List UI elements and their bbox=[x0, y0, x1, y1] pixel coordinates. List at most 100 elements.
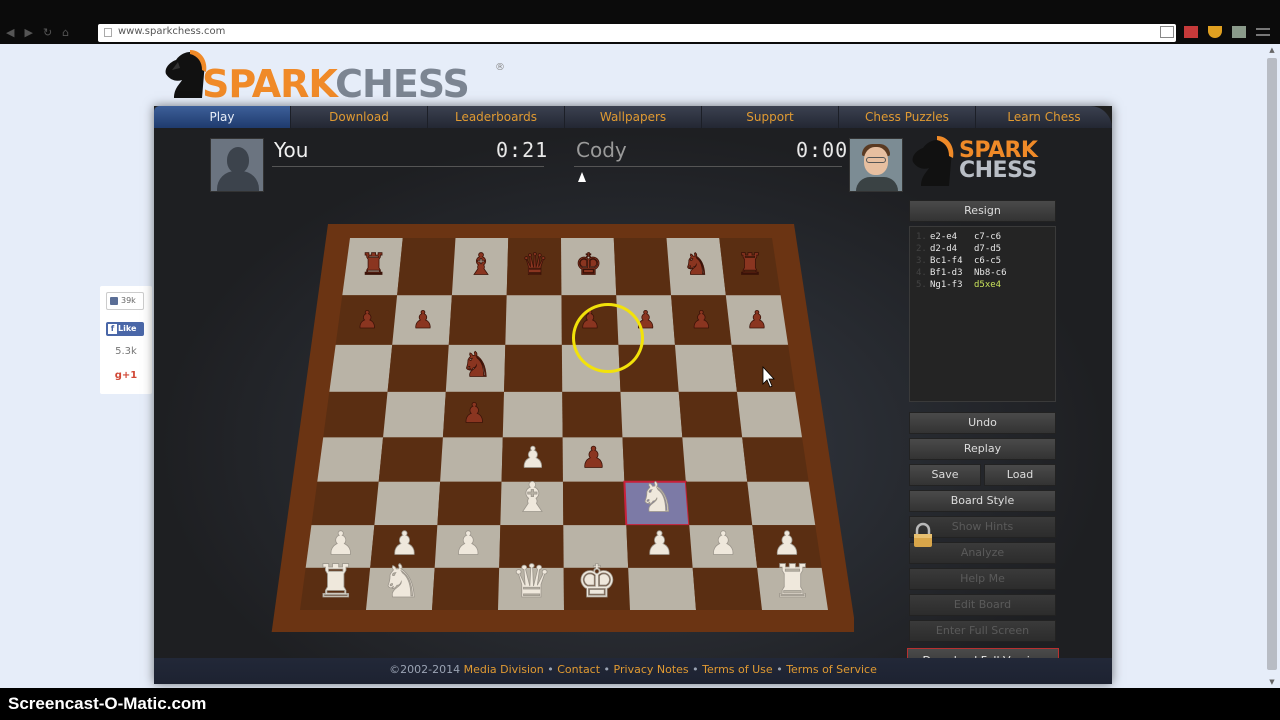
forward-icon[interactable]: ▶ bbox=[24, 26, 32, 39]
resign-button[interactable]: Resign bbox=[909, 200, 1056, 222]
square-f1[interactable] bbox=[628, 567, 696, 610]
piece-white-rook-h1[interactable]: ♜ bbox=[772, 555, 814, 609]
piece-black-pawn-g7[interactable]: ♟ bbox=[690, 306, 712, 335]
piece-white-rook-a1[interactable]: ♜ bbox=[315, 555, 357, 609]
shield-extension-icon[interactable] bbox=[1208, 26, 1222, 38]
piece-black-pawn-a7[interactable]: ♟ bbox=[356, 306, 378, 335]
square-b6[interactable] bbox=[387, 344, 449, 392]
piece-black-queen-d8[interactable]: ♛ bbox=[521, 247, 549, 283]
square-b4[interactable] bbox=[378, 437, 443, 482]
square-c4[interactable] bbox=[440, 437, 503, 482]
square-f6[interactable] bbox=[618, 344, 679, 392]
square-c7[interactable] bbox=[448, 295, 507, 345]
square-g6[interactable] bbox=[674, 344, 737, 392]
piece-white-knight-b1[interactable]: ♞ bbox=[380, 555, 422, 609]
square-d6[interactable] bbox=[504, 344, 563, 392]
piece-black-pawn-e7[interactable]: ♟ bbox=[579, 306, 601, 335]
piece-black-pawn-b7[interactable]: ♟ bbox=[412, 306, 434, 335]
nav-wallpapers[interactable]: Wallpapers bbox=[565, 106, 702, 128]
footer-link-terms-of-service[interactable]: Terms of Service bbox=[786, 663, 877, 676]
back-icon[interactable]: ◀ bbox=[6, 26, 14, 39]
nav-support[interactable]: Support bbox=[702, 106, 839, 128]
board-style-button[interactable]: Board Style bbox=[909, 490, 1056, 512]
square-b5[interactable] bbox=[383, 391, 446, 438]
footer-link-privacy[interactable]: Privacy Notes bbox=[614, 663, 689, 676]
nav-chess-puzzles[interactable]: Chess Puzzles bbox=[839, 106, 976, 128]
piece-black-bishop-c8[interactable]: ♝ bbox=[467, 247, 495, 283]
full-screen-button[interactable]: Enter Full Screen bbox=[909, 620, 1056, 642]
nav-leaderboards[interactable]: Leaderboards bbox=[428, 106, 565, 128]
chess-board[interactable]: ♜ ♝ ♛ ♚ ♞ ♜♟ ♟ ♟ ♟ ♟ ♟♞♟♟ ♟♝ ♞♟ ♟ ♟ ♟ ♟ ♟♜ ♞ ♛ ♚ ♜ bbox=[254, 202, 854, 632]
square-e5[interactable] bbox=[562, 391, 623, 438]
piece-black-knight-g8[interactable]: ♞ bbox=[682, 247, 710, 283]
square-d5[interactable] bbox=[502, 391, 563, 438]
bookmark-star-icon[interactable] bbox=[1160, 26, 1174, 38]
square-a6[interactable] bbox=[329, 344, 393, 392]
square-h5[interactable] bbox=[736, 391, 803, 438]
piece-white-pawn-g2[interactable]: ♟ bbox=[708, 524, 738, 563]
menu-icon[interactable] bbox=[1256, 28, 1270, 36]
piece-white-pawn-c2[interactable]: ♟ bbox=[453, 524, 483, 563]
square-g1[interactable] bbox=[692, 567, 762, 610]
edit-board-button[interactable]: Edit Board bbox=[909, 594, 1056, 616]
reload-icon[interactable]: ↻ bbox=[43, 26, 52, 39]
gmail-icon[interactable] bbox=[1184, 26, 1198, 38]
square-c1[interactable] bbox=[432, 567, 500, 610]
square-a4[interactable] bbox=[317, 437, 384, 482]
footer-link-media-division[interactable]: Media Division bbox=[464, 663, 544, 676]
copyright: ©2002-2014 bbox=[389, 663, 461, 676]
home-icon[interactable]: ⌂ bbox=[62, 26, 69, 39]
piece-black-pawn-e4[interactable]: ♟ bbox=[580, 440, 607, 475]
piece-black-pawn-h7[interactable]: ♟ bbox=[746, 306, 768, 335]
piece-black-knight-c6[interactable]: ♞ bbox=[461, 345, 493, 386]
square-c3[interactable] bbox=[437, 481, 502, 526]
piece-white-pawn-f2[interactable]: ♟ bbox=[644, 524, 674, 563]
help-me-button[interactable]: Help Me bbox=[909, 568, 1056, 590]
square-e6[interactable] bbox=[561, 344, 621, 392]
facebook-like-button[interactable]: f Like bbox=[106, 322, 144, 336]
square-e3[interactable] bbox=[562, 481, 627, 526]
sparkchess-logo[interactable]: SPARKCHESS ® bbox=[160, 48, 520, 110]
piece-white-pawn-d4[interactable]: ♟ bbox=[519, 440, 546, 475]
piece-white-bishop-d3[interactable]: ♝ bbox=[514, 473, 552, 522]
piece-white-king-e1[interactable]: ♚ bbox=[576, 555, 618, 609]
piece-black-pawn-f7[interactable]: ♟ bbox=[634, 306, 657, 335]
undo-button[interactable]: Undo bbox=[909, 412, 1056, 434]
nav-download[interactable]: Download bbox=[291, 106, 428, 128]
replay-button[interactable]: Replay bbox=[909, 438, 1056, 460]
move-list[interactable]: 1. e2-e4 c7-c6 2. d2-d4 d7-d5 3. Bc1-f4 c6-c5 … bbox=[909, 226, 1056, 402]
piece-black-pawn-c5[interactable]: ♟ bbox=[462, 397, 488, 430]
footer-link-terms-of-use[interactable]: Terms of Use bbox=[702, 663, 773, 676]
logo-chess: CHESS bbox=[335, 62, 470, 106]
square-b8[interactable] bbox=[397, 238, 456, 296]
save-button[interactable]: Save bbox=[909, 464, 981, 486]
square-f8[interactable] bbox=[613, 238, 672, 296]
square-d7[interactable] bbox=[505, 295, 562, 345]
nav-play[interactable]: Play bbox=[154, 106, 291, 128]
piece-black-rook-h8[interactable]: ♜ bbox=[736, 247, 764, 283]
page-scrollbar[interactable]: ▲ ▼ bbox=[1264, 44, 1280, 688]
nav-learn-chess[interactable]: Learn Chess bbox=[976, 106, 1112, 128]
square-f5[interactable] bbox=[620, 391, 683, 438]
square-a5[interactable] bbox=[323, 391, 388, 438]
black-move: c6-c5 bbox=[974, 256, 1002, 266]
extension-icon[interactable] bbox=[1232, 26, 1246, 38]
address-bar[interactable]: www.sparkchess.com bbox=[98, 24, 1176, 42]
piece-white-knight-f3[interactable]: ♞ bbox=[638, 473, 676, 522]
square-g3[interactable] bbox=[685, 481, 753, 526]
scroll-down-icon[interactable]: ▼ bbox=[1268, 678, 1276, 686]
scroll-up-icon[interactable]: ▲ bbox=[1268, 46, 1276, 54]
piece-black-king-e8[interactable]: ♚ bbox=[575, 247, 603, 283]
scrollbar-thumb[interactable] bbox=[1267, 58, 1277, 670]
square-g4[interactable] bbox=[682, 437, 748, 482]
footer-link-contact[interactable]: Contact bbox=[557, 663, 600, 676]
load-button[interactable]: Load bbox=[984, 464, 1056, 486]
square-h3[interactable] bbox=[747, 481, 816, 526]
square-b3[interactable] bbox=[374, 481, 441, 526]
square-g5[interactable] bbox=[678, 391, 743, 438]
square-h4[interactable] bbox=[742, 437, 809, 482]
square-a3[interactable] bbox=[311, 481, 379, 526]
piece-white-queen-d1[interactable]: ♛ bbox=[511, 555, 553, 609]
piece-black-rook-a8[interactable]: ♜ bbox=[360, 247, 388, 283]
gplus-button[interactable]: g+1 bbox=[100, 370, 152, 381]
